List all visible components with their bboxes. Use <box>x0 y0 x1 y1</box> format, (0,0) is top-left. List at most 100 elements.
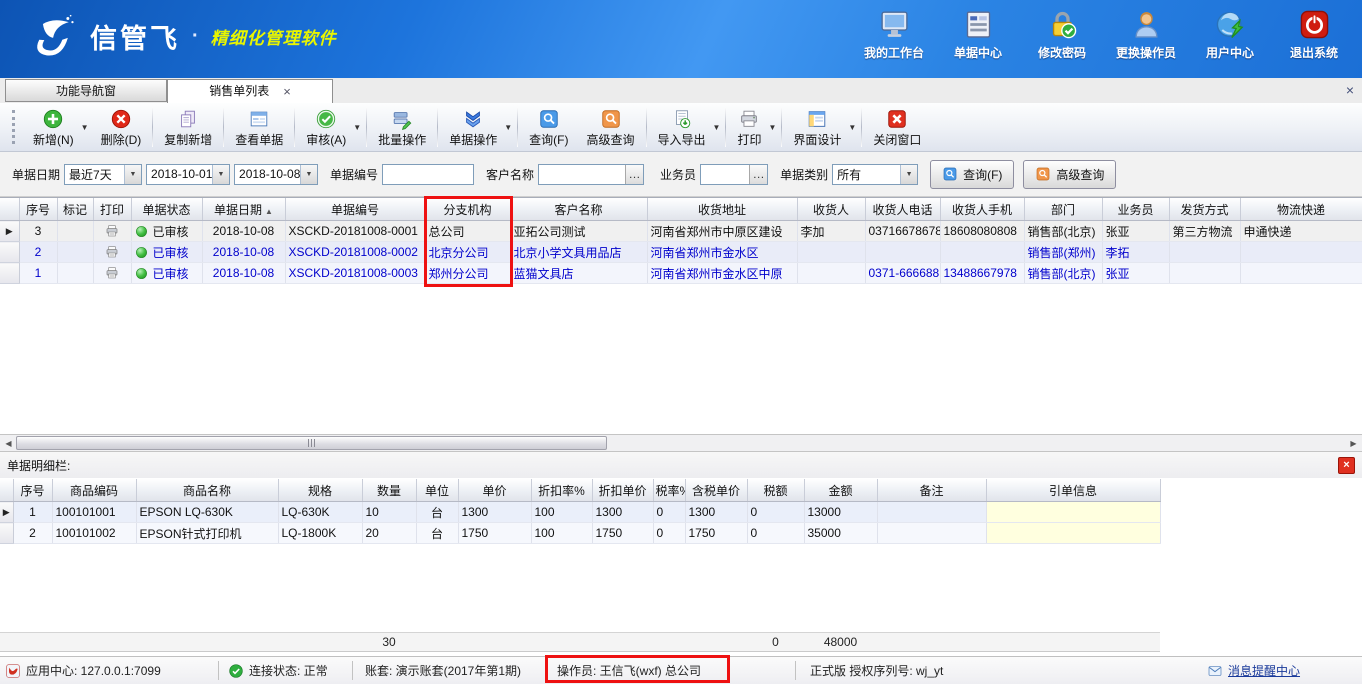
scroll-left-icon[interactable]: ◀ <box>2 437 15 449</box>
salesman-cell[interactable]: 张亚 <box>1102 221 1169 242</box>
status-cell[interactable]: 已审核 <box>131 263 202 284</box>
column-header[interactable]: 商品编码 <box>52 479 136 502</box>
ship-cell[interactable] <box>1169 263 1240 284</box>
quick-action-exit-system[interactable]: 退出系统 <box>1272 8 1356 61</box>
print-cell[interactable] <box>93 242 131 263</box>
detail-cell[interactable]: 10 <box>362 502 416 523</box>
table-row[interactable]: ▶3已审核2018-10-08XSCKD-20181008-0001总公司亚拓公… <box>0 221 1362 242</box>
doc_no-cell[interactable]: XSCKD-20181008-0002 <box>285 242 425 263</box>
tab-close-icon[interactable]: × <box>283 85 291 98</box>
logistics-cell[interactable] <box>1240 263 1362 284</box>
print-cell[interactable] <box>93 263 131 284</box>
toolbar-grip-handle[interactable] <box>12 110 18 144</box>
query-button[interactable]: 查询(F) <box>930 160 1014 189</box>
date-from-select[interactable]: 2018-10-01 ▼ <box>146 164 230 185</box>
date-cell[interactable]: 2018-10-08 <box>202 242 285 263</box>
date-range-select[interactable]: 最近7天 ▼ <box>64 164 142 185</box>
scroll-right-icon[interactable]: ▶ <box>1347 437 1360 449</box>
phone-cell[interactable]: 03716678678 <box>865 221 940 242</box>
column-header[interactable]: 单位 <box>416 479 458 502</box>
column-header[interactable]: 单据编号 <box>285 198 425 221</box>
column-header[interactable]: 商品名称 <box>136 479 278 502</box>
column-header[interactable]: 含税单价 <box>685 479 747 502</box>
column-header[interactable]: 分支机构 <box>425 198 510 221</box>
detail-cell[interactable] <box>877 523 986 544</box>
detail-cell[interactable]: 1750 <box>685 523 747 544</box>
mobile-cell[interactable]: 13488667978 <box>940 263 1024 284</box>
detail-cell[interactable]: 1300 <box>592 502 653 523</box>
status-cell[interactable]: 已审核 <box>131 242 202 263</box>
customer-input[interactable] <box>539 165 625 184</box>
doc-ops-button[interactable]: 单据操作 <box>440 104 506 151</box>
chevron-down-icon[interactable]: ▼ <box>124 165 141 184</box>
horizontal-scrollbar[interactable]: ◀ ▶ <box>0 434 1362 452</box>
detail-cell[interactable] <box>986 502 1160 523</box>
detail-cell[interactable] <box>877 502 986 523</box>
dept-cell[interactable]: 销售部(郑州) <box>1024 242 1102 263</box>
detail-cell[interactable]: 2 <box>13 523 52 544</box>
logistics-cell[interactable]: 申通快递 <box>1240 221 1362 242</box>
row-selector-cell[interactable] <box>0 242 19 263</box>
column-header[interactable]: 物流快递 <box>1240 198 1362 221</box>
doc-no-input[interactable] <box>383 165 473 184</box>
quick-action-switch-operator[interactable]: 更换操作员 <box>1104 8 1188 61</box>
print-button[interactable]: 打印 <box>728 104 770 151</box>
dropdown-arrow-icon[interactable]: ▼ <box>350 123 364 132</box>
mark-cell[interactable] <box>57 263 93 284</box>
address-cell[interactable]: 河南省郑州市金水区中原 <box>647 263 797 284</box>
salesman-input[interactable] <box>701 165 749 184</box>
dept-cell[interactable]: 销售部(北京) <box>1024 263 1102 284</box>
column-header[interactable]: 金额 <box>804 479 877 502</box>
quick-action-change-password[interactable]: 修改密码 <box>1020 8 1104 61</box>
salesman-lookup-button[interactable]: … <box>749 165 767 184</box>
column-header[interactable]: 收货人 <box>797 198 865 221</box>
column-header[interactable]: 备注 <box>877 479 986 502</box>
mobile-cell[interactable]: 18608080808 <box>940 221 1024 242</box>
dropdown-arrow-icon[interactable]: ▼ <box>765 123 779 132</box>
mark-cell[interactable] <box>57 221 93 242</box>
column-header[interactable]: 收货人电话 <box>865 198 940 221</box>
receiver-cell[interactable] <box>797 263 865 284</box>
column-header[interactable]: 业务员 <box>1102 198 1169 221</box>
ship-cell[interactable] <box>1169 242 1240 263</box>
row-selector-cell[interactable] <box>0 523 13 544</box>
logistics-cell[interactable] <box>1240 242 1362 263</box>
phone-cell[interactable]: 0371-666688 <box>865 263 940 284</box>
tabstrip-close-icon[interactable]: × <box>1346 82 1354 98</box>
branch-cell[interactable]: 总公司 <box>425 221 510 242</box>
detail-cell[interactable]: 台 <box>416 502 458 523</box>
branch-cell[interactable]: 郑州分公司 <box>425 263 510 284</box>
salesman-cell[interactable]: 李拓 <box>1102 242 1169 263</box>
dropdown-arrow-icon[interactable]: ▼ <box>501 123 515 132</box>
column-header[interactable]: 单价 <box>458 479 531 502</box>
add-button[interactable]: 新增(N) <box>24 104 83 151</box>
detail-cell[interactable]: 13000 <box>804 502 877 523</box>
branch-cell[interactable]: 北京分公司 <box>425 242 510 263</box>
delete-button[interactable]: 删除(D) <box>92 104 151 151</box>
phone-cell[interactable] <box>865 242 940 263</box>
detail-cell[interactable]: EPSON针式打印机 <box>136 523 278 544</box>
seq-cell[interactable]: 3 <box>19 221 57 242</box>
column-header[interactable]: 折扣单价 <box>592 479 653 502</box>
close-window-button[interactable]: 关闭窗口 <box>864 104 930 151</box>
detail-cell[interactable]: 20 <box>362 523 416 544</box>
dropdown-arrow-icon[interactable]: ▼ <box>710 123 724 132</box>
batch-ops-button[interactable]: 批量操作 <box>369 104 435 151</box>
detail-close-icon[interactable]: × <box>1338 457 1355 474</box>
chevron-down-icon[interactable]: ▼ <box>300 165 317 184</box>
column-header[interactable]: 序号 <box>13 479 52 502</box>
column-header[interactable]: 部门 <box>1024 198 1102 221</box>
detail-cell[interactable]: 100101002 <box>52 523 136 544</box>
column-header[interactable]: 引单信息 <box>986 479 1160 502</box>
detail-row[interactable]: 2100101002EPSON针式打印机LQ-1800K20台175010017… <box>0 523 1160 544</box>
message-center-link[interactable]: 消息提醒中心 <box>1228 662 1300 679</box>
receiver-cell[interactable]: 李加 <box>797 221 865 242</box>
column-header[interactable]: 折扣率% <box>531 479 592 502</box>
date-cell[interactable]: 2018-10-08 <box>202 221 285 242</box>
detail-cell[interactable]: LQ-1800K <box>278 523 362 544</box>
dropdown-arrow-icon[interactable]: ▼ <box>78 123 92 132</box>
row-selector-cell[interactable]: ▶ <box>0 502 13 523</box>
detail-cell[interactable]: 1750 <box>592 523 653 544</box>
ui-design-button[interactable]: 界面设计 <box>784 104 850 151</box>
status-cell[interactable]: 已审核 <box>131 221 202 242</box>
